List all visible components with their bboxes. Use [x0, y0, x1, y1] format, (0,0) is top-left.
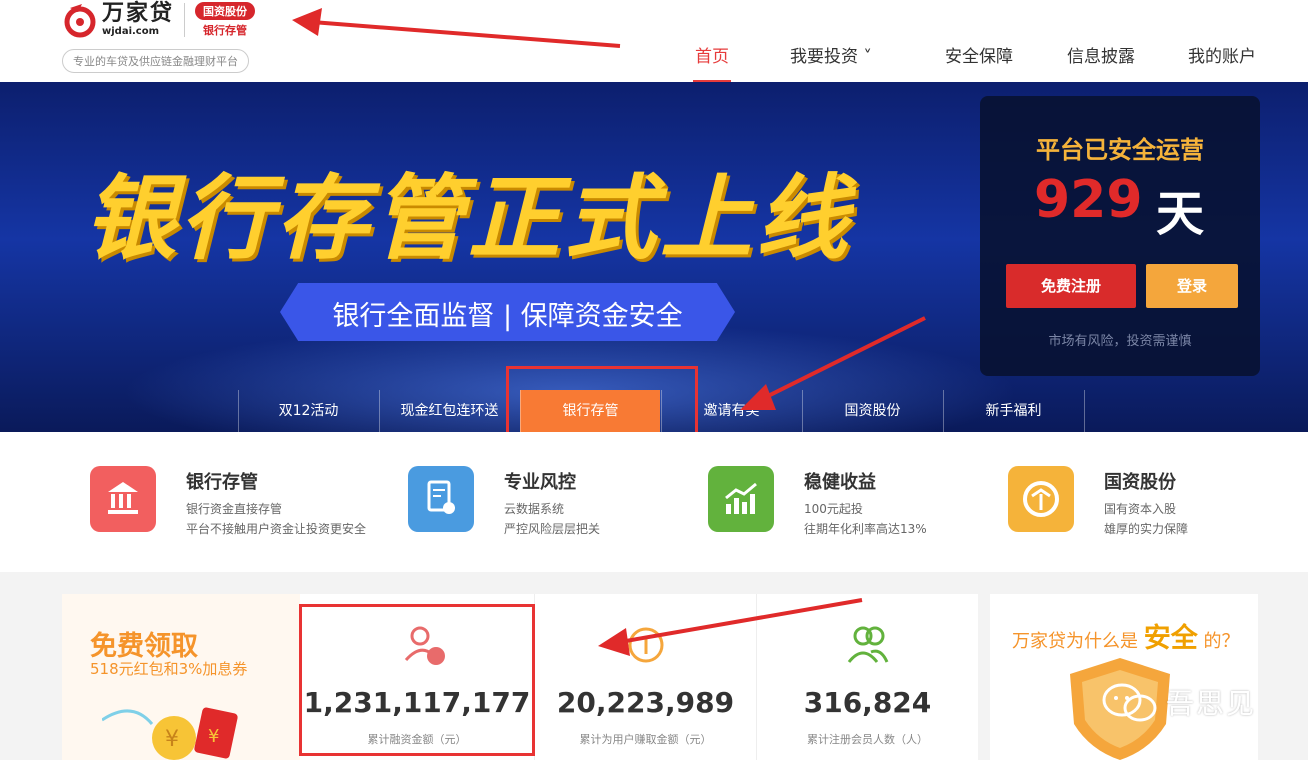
tab-double12[interactable]: 双12活动 [238, 390, 378, 432]
annotation-box-stat [299, 604, 535, 756]
safety-card[interactable]: 万家贷为什么是 安全 的？ [990, 594, 1258, 760]
badge-state-capital: 国资股份 [195, 2, 256, 20]
feature-title: 国资股份 [1104, 472, 1176, 493]
safety-suffix: 的？ [1203, 631, 1240, 652]
operation-days: 929 [1034, 170, 1143, 230]
tab-state-capital[interactable]: 国资股份 [802, 390, 942, 432]
promo-subtitle: 518元红包和3%加息券 [90, 660, 248, 678]
banner-ribbon-text: 银行全面监督 | 保障资金安全 [332, 301, 683, 332]
coin-icon [628, 627, 664, 663]
site-logo[interactable]: 万家贷 wjdai.com 国资股份 银行存管 [62, 1, 256, 38]
tab-newbie[interactable]: 新手福利 [943, 390, 1083, 432]
tab-divider [1084, 390, 1085, 432]
feature-title: 银行存管 [186, 472, 258, 493]
users-icon [847, 626, 889, 663]
document-shield-icon [408, 466, 474, 532]
feature-line2: 严控风险层层把关 [504, 522, 601, 536]
feature-line1: 银行资金直接存管 [186, 502, 283, 516]
site-header: 万家贷 wjdai.com 国资股份 银行存管 专业的车贷及供应链金融理财平台 … [0, 0, 1308, 82]
stat-label: 累计为用户赚取金额（元） [579, 733, 712, 746]
badge-bank-custody: 银行存管 [203, 24, 248, 37]
growth-chart-icon [708, 466, 774, 532]
nav-security[interactable]: 安全保障 [945, 42, 1013, 67]
safety-question: 万家贷为什么是 安全 的？ [1012, 616, 1239, 655]
risk-note: 市场有风险，投资需谨慎 [1048, 334, 1192, 349]
red-envelope-icon: ¥ ¥ [102, 707, 238, 760]
operation-days-unit: 天 [1156, 186, 1205, 242]
nav-home[interactable]: 首页 [695, 42, 729, 67]
stat-user-earnings: 20,223,989 累计为用户赚取金额（元） [534, 594, 756, 760]
nav-invest[interactable]: 我要投资 ˅ [790, 42, 872, 67]
stat-label: 累计注册会员人数（人） [807, 733, 928, 746]
nav-disclosure[interactable]: 信息披露 [1067, 42, 1135, 67]
feature-row: 银行存管 银行资金直接存管 平台不接触用户资金让投资更安全 专业风控 云数据系统… [0, 432, 1308, 572]
banner-headline: 银行存管正式上线 [84, 165, 853, 272]
stat-value: 316,824 [803, 686, 932, 719]
register-button[interactable]: 免费注册 [1006, 264, 1136, 308]
state-capital-icon [1008, 466, 1074, 532]
chat-bubble-icon [1102, 683, 1157, 722]
logo-domain: wjdai.com [102, 26, 160, 37]
bank-icon [90, 466, 156, 532]
bank-custody-badge: 国资股份 银行存管 [195, 2, 256, 38]
operation-panel: 平台已安全运营 929 天 免费注册 登录 市场有风险，投资需谨慎 [980, 96, 1260, 376]
feature-line2: 平台不接触用户资金让投资更安全 [186, 522, 367, 536]
watermark: 吾思见 [1100, 680, 1256, 724]
feature-line1: 云数据系统 [504, 502, 565, 516]
safety-prefix: 万家贷为什么是 [1012, 631, 1138, 652]
tab-cash-redpack[interactable]: 现金红包连环送 [379, 390, 519, 432]
svg-text:¥: ¥ [208, 726, 219, 747]
feature-title: 专业风控 [504, 472, 576, 493]
nav-account[interactable]: 我的账户 [1188, 42, 1256, 67]
promo-card[interactable]: 免费领取 518元红包和3%加息券 ¥ ¥ [62, 594, 300, 760]
feature-line2: 往期年化利率高达13% [804, 522, 927, 536]
feature-title: 稳健收益 [804, 472, 876, 493]
stat-value: 20,223,989 [556, 686, 735, 719]
main-nav: 首页 我要投资 ˅ 安全保障 信息披露 我的账户 [0, 42, 1308, 82]
logo-mark-icon [64, 4, 96, 38]
logo-name: 万家贷 [102, 1, 175, 26]
login-button[interactable]: 登录 [1146, 264, 1238, 308]
feature-line1: 100元起投 [804, 502, 863, 516]
logo-divider [184, 3, 186, 37]
stat-registered-members: 316,824 累计注册会员人数（人） [756, 594, 978, 760]
feature-line1: 国有资本入股 [1104, 502, 1177, 516]
watermark-text: 吾思见 [1166, 687, 1257, 720]
safety-strong: 安全 [1143, 623, 1198, 654]
operation-title: 平台已安全运营 [1036, 136, 1204, 164]
feature-line2: 雄厚的实力保障 [1104, 522, 1189, 536]
svg-text:¥: ¥ [165, 727, 179, 752]
